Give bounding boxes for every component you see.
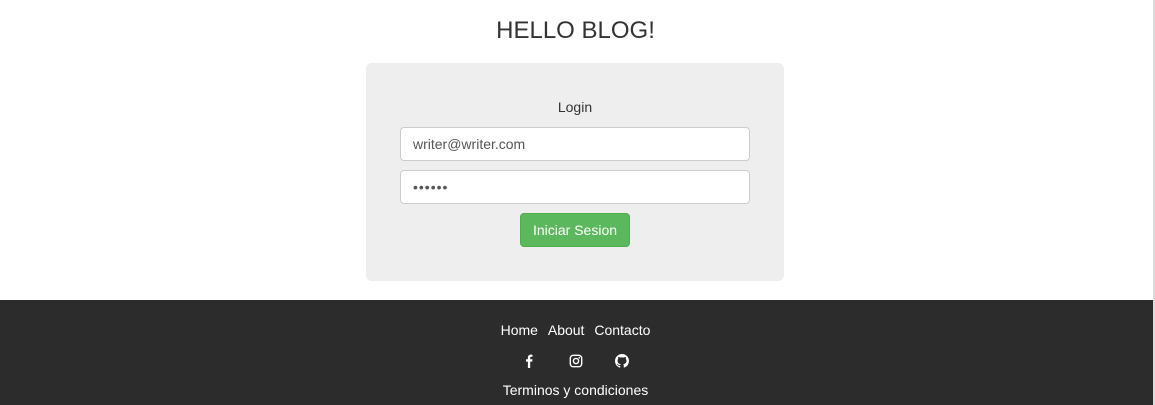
footer-nav: Home About Contacto [0,322,1151,338]
footer-link-contacto[interactable]: Contacto [594,322,650,338]
terms-link[interactable]: Terminos y condiciones [503,382,649,398]
footer-link-about[interactable]: About [548,322,585,338]
login-button[interactable]: Iniciar Sesion [520,213,630,247]
footer: Home About Contacto Terminos y condicion… [0,300,1153,405]
email-field[interactable] [400,127,750,161]
footer-link-home[interactable]: Home [501,322,538,338]
facebook-icon[interactable] [522,354,536,368]
password-field[interactable] [400,170,750,204]
page: HELLO BLOG! Login Iniciar Sesion Home Ab… [0,0,1155,405]
page-title: HELLO BLOG! [496,17,655,44]
social-icons [0,352,1151,368]
login-card: Login Iniciar Sesion [366,63,784,281]
login-heading: Login [557,99,593,115]
instagram-icon[interactable] [569,354,583,368]
github-icon[interactable] [614,353,629,368]
terms-section: Terminos y condiciones [0,382,1151,398]
